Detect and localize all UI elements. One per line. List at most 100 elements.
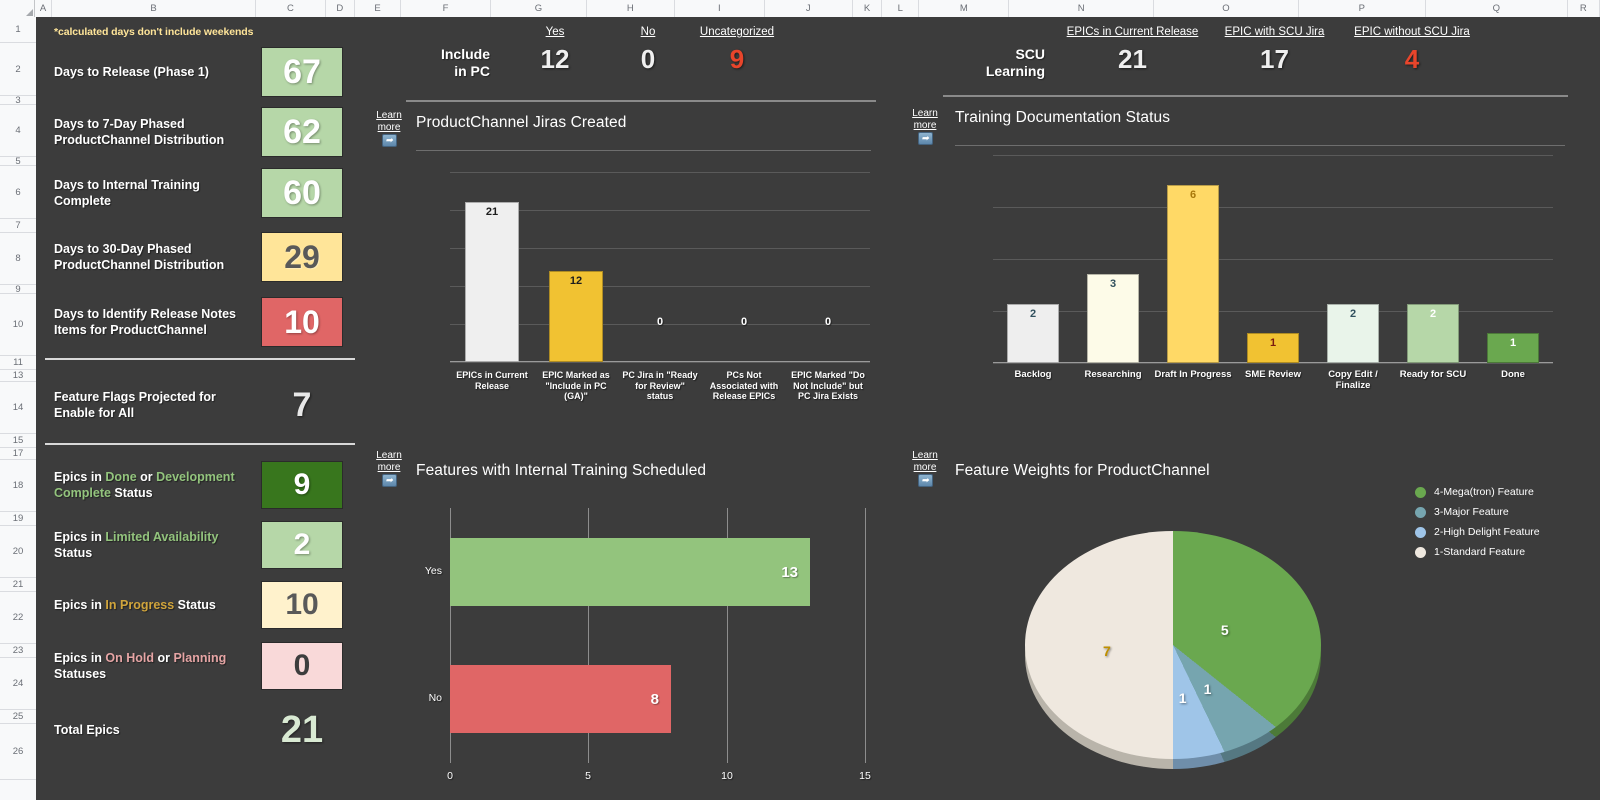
pie-slices [1025,531,1321,759]
legend-item[interactable]: 3-Major Feature [1415,506,1540,518]
row-header-5[interactable]: 5 [0,157,36,166]
column-header-e[interactable]: E [355,0,401,17]
column-header-f[interactable]: F [401,0,491,17]
row-header-8[interactable]: 8 [0,233,36,285]
bar-value-label: 1 [1509,337,1517,349]
bar-value-label: 3 [1109,278,1117,290]
row-header-4[interactable]: 4 [0,105,36,157]
stat-col-no: No 0 [603,26,693,75]
row-header-21[interactable]: 21 [0,578,36,592]
kpi-row-7day-phased: Days to 7-Day Phased ProductChannel Dist… [37,105,355,159]
row-header-column[interactable]: 1234567891011131415171819202122232425262… [0,17,36,800]
legend-label: 4-Mega(tron) Feature [1434,486,1534,498]
column-header-r[interactable]: R [1567,0,1600,17]
row-header-1[interactable]: 1 [0,17,36,43]
row-header-18[interactable]: 18 [0,460,36,512]
column-header-h[interactable]: H [586,0,675,17]
row-header-25[interactable]: 25 [0,710,36,724]
column-header-g[interactable]: G [490,0,587,17]
stat-head[interactable]: EPICs in Current Release [1055,26,1210,38]
column-header-l[interactable]: L [882,0,920,17]
arrow-right-icon: ➡ [381,134,397,147]
row-header-23[interactable]: 23 [0,644,36,658]
column-header-b[interactable]: B [51,0,257,17]
row-header-19[interactable]: 19 [0,512,36,526]
bar-value-label: 0 [824,316,832,328]
kpi-value-box: 10 [261,297,343,347]
row-header-22[interactable]: 22 [0,592,36,644]
kpi-label: Days to Identify Release Notes Items for… [54,307,237,337]
column-header-p[interactable]: P [1298,0,1426,17]
column-header-o[interactable]: O [1154,0,1299,17]
stat-head[interactable]: EPIC without SCU Jira [1342,26,1482,38]
stat-value: 12 [540,44,570,74]
column-header-k[interactable]: K [852,0,883,17]
stat-head[interactable]: Uncategorized [691,26,783,38]
row-header-27[interactable]: 27 [0,780,36,800]
kpi-value-box: 9 [261,461,343,509]
bar: 21 [465,202,519,362]
row-header-9[interactable]: 9 [0,285,36,294]
legend-item[interactable]: 1-Standard Feature [1415,546,1540,558]
learn-more-link-internal-training[interactable]: Learn more ➡ [372,450,406,487]
bar-column: 12 [549,271,603,362]
column-header-m[interactable]: M [919,0,1010,17]
gridline [993,155,1553,156]
row-header-15[interactable]: 15 [0,434,36,448]
row-header-2[interactable]: 2 [0,43,36,96]
column-header-d[interactable]: D [325,0,356,17]
row-header-10[interactable]: 10 [0,294,36,356]
learn-more-link-feature-weights[interactable]: Learn more ➡ [908,450,942,487]
pie-slice-value: 1 [1203,680,1212,697]
row-header-7[interactable]: 7 [0,219,36,233]
kpi-value-box: 29 [261,232,343,282]
category-label: Researching [1084,369,1142,380]
chart-title-feature-weights: Feature Weights for ProductChannel [955,462,1210,479]
kpi-row-days-to-release: Days to Release (Phase 1) 67 [37,45,355,99]
row-header-11[interactable]: 11 [0,356,36,370]
stat-head[interactable]: No [603,26,693,38]
chart-title-training-doc: Training Documentation Status [955,109,1171,126]
column-header-j[interactable]: J [764,0,853,17]
legend-item[interactable]: 2-High Delight Feature [1415,526,1540,538]
kpi-label: Feature Flags Projected for Enable for A… [54,390,216,420]
bar: 6 [1167,185,1219,363]
kpi-row-epics-limited-availability: Epics in Limited Availability Status 2 [37,518,355,572]
row-header-26[interactable]: 26 [0,724,36,780]
row-header-14[interactable]: 14 [0,382,36,434]
row-header-17[interactable]: 17 [0,448,36,460]
row-header-13[interactable]: 13 [0,370,36,382]
bar-value-label: 8 [650,690,659,708]
legend-item[interactable]: 4-Mega(tron) Feature [1415,486,1540,498]
column-header-n[interactable]: N [1009,0,1155,17]
row-header-20[interactable]: 20 [0,526,36,578]
kpi-label: Total Epics [54,723,120,737]
column-header-q[interactable]: Q [1425,0,1568,17]
row-header-6[interactable]: 6 [0,166,36,219]
row-header-24[interactable]: 24 [0,658,36,710]
learn-more-link-training-doc[interactable]: Learn more ➡ [908,108,942,145]
category-label: EPIC Marked "Do Not Include" but PC Jira… [791,370,865,402]
row-header-3[interactable]: 3 [0,96,36,105]
stat-head[interactable]: EPIC with SCU Jira [1212,26,1337,38]
category-label: Yes [424,565,442,577]
card-internal-training: Learn more ➡ Features with Internal Trai… [370,448,880,800]
category-label: PC Jira in "Ready for Review" status [622,370,698,402]
learn-more-link-pc-jiras[interactable]: Learn more ➡ [372,110,406,147]
kpi-row-release-notes: Days to Identify Release Notes Items for… [37,293,355,351]
stat-col-yes: Yes 12 [510,26,600,75]
pie-legend: 4-Mega(tron) Feature 3-Major Feature 2-Hig… [1415,486,1540,566]
select-all-corner[interactable] [0,0,36,17]
stat-value: 21 [1118,44,1147,74]
stat-col-epics-current-release: EPICs in Current Release 21 [1055,26,1210,75]
column-header-a[interactable]: A [35,0,52,17]
card-training-doc-status: Learn more ➡ Training Documentation Stat… [905,95,1570,430]
stats-title-scu-learning: SCU Learning [985,46,1045,79]
stat-head[interactable]: Yes [510,26,600,38]
column-header-row[interactable]: ABCDEFGHIJKLMNOPQR [0,0,1600,17]
column-header-c[interactable]: C [256,0,326,17]
bar-value-label: 2 [1429,308,1437,320]
column-header-i[interactable]: I [674,0,765,17]
bar-value-label: 2 [1349,308,1357,320]
bar-column: 3 [1087,274,1139,363]
